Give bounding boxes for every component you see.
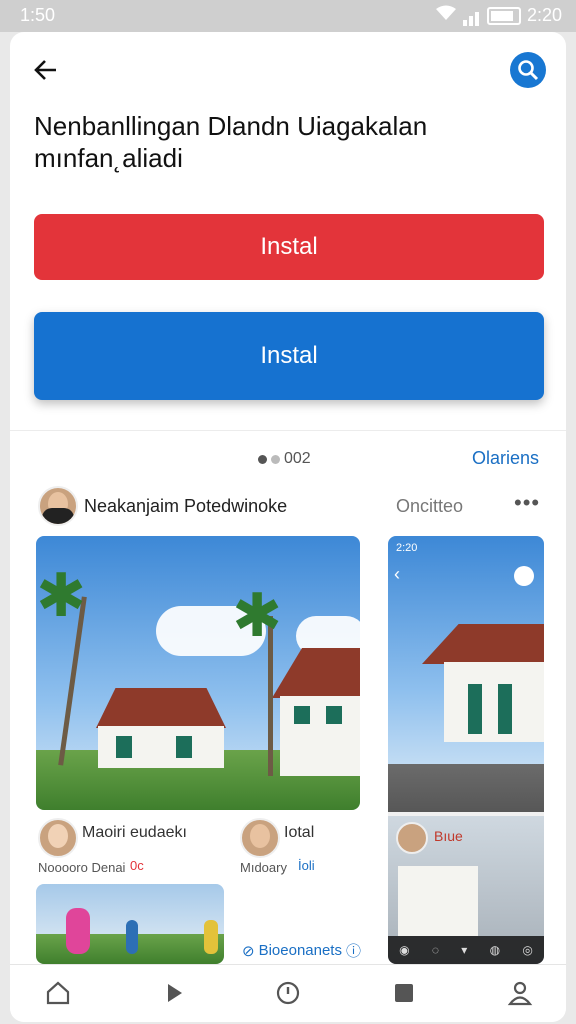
house-window <box>116 736 132 758</box>
house-window <box>326 706 342 724</box>
phone-nav-icon[interactable]: ◉ <box>399 943 409 957</box>
person-figure <box>204 920 218 954</box>
grid-photo[interactable] <box>36 884 224 964</box>
status-icons: 2:20 <box>435 5 562 26</box>
carousel-indicator: 002 <box>258 450 311 468</box>
carousel-dot <box>271 454 280 464</box>
status-bar: 1:50 2:20 <box>0 0 576 32</box>
install-button-secondary[interactable]: Instal <box>34 312 544 400</box>
home-icon[interactable] <box>44 979 72 1007</box>
phone-screenshot[interactable]: 2:20 ‹ Bıue ◉ ◌ ▾ ◍ ◎ <box>388 536 544 964</box>
carousel-dot-active <box>258 454 267 464</box>
info-icon: ⓘ <box>345 943 361 960</box>
post-photo-main[interactable]: ✱ ✱ <box>36 536 360 810</box>
status-time-right: 2:20 <box>526 5 562 25</box>
play-icon[interactable] <box>160 979 188 1007</box>
battery-icon <box>486 6 521 25</box>
house-wall <box>280 696 360 776</box>
back-arrow-icon[interactable] <box>32 56 62 84</box>
grid-avatar[interactable] <box>38 818 78 858</box>
person-figure <box>126 920 138 954</box>
grid-avatar[interactable] <box>240 818 280 858</box>
author-avatar[interactable] <box>38 486 78 526</box>
house-roof <box>96 688 226 728</box>
divider <box>10 430 566 431</box>
phone-author-avatar[interactable] <box>396 822 428 854</box>
search-button[interactable] <box>510 52 546 88</box>
footer-link[interactable]: ⊘ Bioeonanets ⓘ <box>242 940 361 961</box>
post-author[interactable]: Neakanjaim Potedwinoke <box>84 496 287 517</box>
footer-link-text[interactable]: Bioeonanets <box>259 942 342 959</box>
square-icon[interactable] <box>390 979 418 1007</box>
clock-icon[interactable] <box>274 979 302 1007</box>
signal-icon <box>462 5 481 26</box>
link-icon: ⊘ <box>242 942 255 960</box>
grid-item-meta: Nooooro Denai <box>38 860 126 875</box>
phone-back-icon[interactable]: ‹ <box>394 564 400 585</box>
phone-house-wall <box>444 662 544 742</box>
house-window <box>176 736 192 758</box>
phone-nav-icon[interactable]: ▾ <box>461 943 467 957</box>
page-title: Nenbanllingan Dlandn Uiagakalan mınfan˛a… <box>34 111 428 173</box>
palm-icon: ✱ <box>232 582 283 649</box>
grid-item-meta: Mıdoary <box>240 860 287 875</box>
grid-item-name[interactable]: Iotal <box>284 824 314 842</box>
house-window <box>294 706 310 724</box>
follow-status[interactable]: Oncitteo <box>396 496 463 517</box>
grid-item-badge: 0c <box>130 858 144 873</box>
phone-house-door <box>468 684 482 734</box>
install-button-primary[interactable]: Instal <box>34 214 544 280</box>
search-icon <box>518 60 539 81</box>
main-card: Nenbanllingan Dlandn Uiagakalan mınfan˛a… <box>10 32 566 1022</box>
phone-nav-bar: ◉ ◌ ▾ ◍ ◎ <box>388 936 544 964</box>
phone-post-title: Bıue <box>434 828 463 844</box>
phone-avatar[interactable] <box>514 566 534 586</box>
phone-path <box>388 764 544 812</box>
palm-icon: ✱ <box>36 562 87 629</box>
phone-nav-icon[interactable]: ◎ <box>522 943 532 957</box>
grid-item-name[interactable]: Maoiri eudaekı <box>82 824 187 842</box>
grid-item-badge: İoli <box>298 858 315 873</box>
phone-status-time: 2:20 <box>396 542 418 554</box>
person-figure <box>66 908 90 954</box>
phone-nav-icon[interactable]: ◍ <box>490 943 500 957</box>
more-icon[interactable]: ••• <box>514 490 540 516</box>
bottom-nav <box>10 964 566 1022</box>
see-all-link[interactable]: Olariens <box>472 448 539 469</box>
wifi-icon <box>435 5 457 26</box>
status-time: 1:50 <box>20 5 56 25</box>
profile-icon[interactable] <box>506 979 534 1007</box>
phone-building <box>398 866 478 936</box>
carousel-indicator-text: 002 <box>284 450 311 467</box>
phone-nav-icon[interactable]: ◌ <box>432 943 439 957</box>
phone-house-door <box>498 684 512 734</box>
